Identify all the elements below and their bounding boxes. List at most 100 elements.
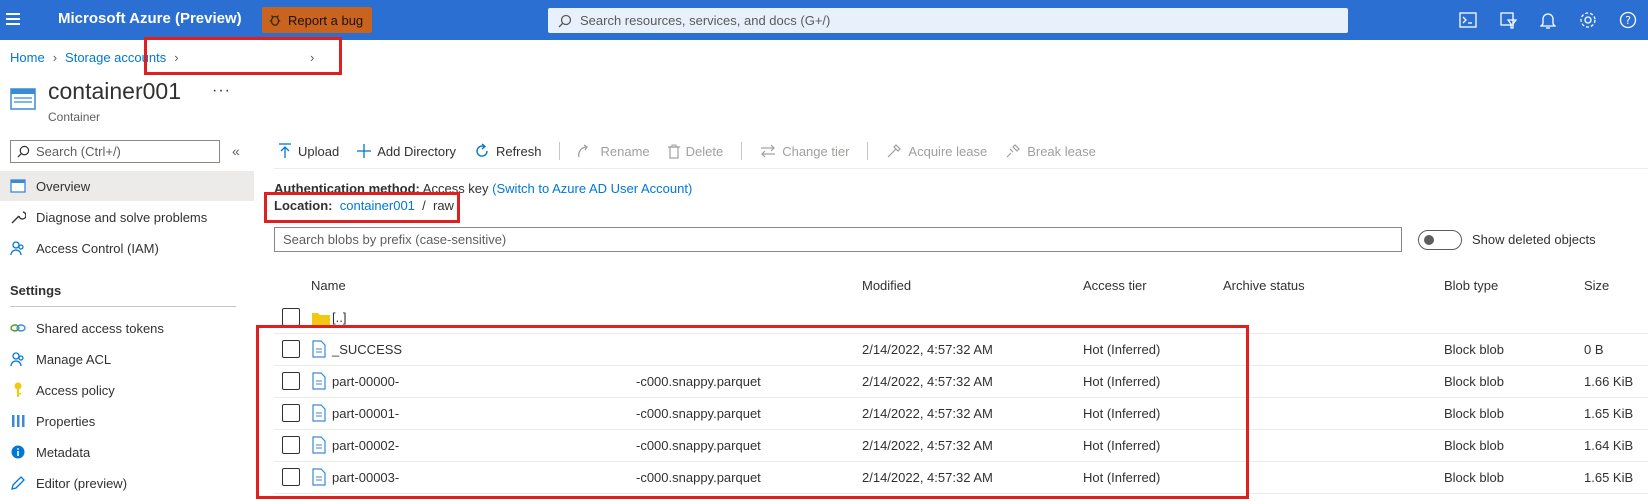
sidebar-divider bbox=[10, 306, 236, 307]
svg-text:?: ? bbox=[1625, 14, 1631, 27]
overview-icon bbox=[10, 178, 26, 194]
annotation-box-location bbox=[264, 192, 460, 223]
hamburger-menu-icon[interactable] bbox=[6, 10, 26, 30]
more-options-button[interactable]: ··· bbox=[212, 82, 231, 100]
search-icon bbox=[558, 14, 572, 27]
breadcrumb-home[interactable]: Home bbox=[10, 50, 45, 65]
blob-size: 1.65 KiB bbox=[1584, 406, 1634, 421]
sidebar-item-shared-access-tokens[interactable]: Shared access tokens bbox=[0, 313, 254, 343]
command-toolbar: Upload Add Directory Refresh Rename Dele… bbox=[278, 140, 1114, 162]
cloud-shell-icon[interactable] bbox=[1448, 0, 1488, 40]
top-icons: ? bbox=[1448, 0, 1648, 40]
toolbar-separator bbox=[867, 142, 869, 160]
sidebar-item-label: Properties bbox=[36, 413, 96, 429]
refresh-button[interactable]: Refresh bbox=[474, 143, 542, 159]
toolbar-separator bbox=[741, 142, 743, 160]
blob-prefix-search-input[interactable]: Search blobs by prefix (case-sensitive) bbox=[274, 227, 1402, 252]
blob-search-placeholder: Search blobs by prefix (case-sensitive) bbox=[283, 232, 507, 247]
blob-size: 0 B bbox=[1584, 342, 1604, 357]
acquire-lease-button[interactable]: Acquire lease bbox=[886, 143, 987, 159]
global-search-input[interactable]: Search resources, services, and docs (G+… bbox=[548, 8, 1348, 33]
collapse-sidebar-button[interactable]: « bbox=[232, 143, 240, 159]
blob-type: Block blob bbox=[1444, 374, 1504, 389]
search-icon bbox=[17, 145, 30, 158]
plus-icon bbox=[357, 144, 372, 158]
row-checkbox[interactable] bbox=[282, 308, 300, 326]
people-icon bbox=[10, 351, 26, 367]
sidebar-item-editor[interactable]: Editor (preview) bbox=[0, 468, 254, 498]
delete-button[interactable]: Delete bbox=[667, 143, 724, 159]
acquire-lease-label: Acquire lease bbox=[908, 143, 988, 159]
sidebar-item-manage-acl[interactable]: Manage ACL bbox=[0, 344, 254, 374]
column-header-name[interactable]: Name bbox=[311, 278, 346, 293]
blob-type: Block blob bbox=[1444, 470, 1504, 485]
parent-folder-link[interactable]: [..] bbox=[332, 310, 346, 325]
sidebar-section-settings: Settings bbox=[10, 283, 62, 298]
refresh-icon bbox=[476, 143, 488, 157]
toolbar-divider bbox=[274, 168, 1648, 169]
page-subtitle: Container bbox=[48, 110, 101, 124]
global-search-placeholder: Search resources, services, and docs (G+… bbox=[580, 13, 831, 28]
blob-type: Block blob bbox=[1444, 406, 1504, 421]
link-icon bbox=[10, 320, 26, 336]
show-deleted-label: Show deleted objects bbox=[1472, 232, 1596, 247]
column-header-blob-type[interactable]: Blob type bbox=[1444, 278, 1498, 293]
brand-title[interactable]: Microsoft Azure (Preview) bbox=[58, 10, 242, 27]
change-tier-button[interactable]: Change tier bbox=[760, 144, 849, 159]
sidebar-item-metadata[interactable]: Metadata bbox=[0, 437, 254, 467]
wrench-icon bbox=[10, 209, 26, 225]
sidebar-item-overview[interactable]: Overview bbox=[0, 171, 254, 201]
people-icon bbox=[10, 240, 26, 256]
break-lease-label: Break lease bbox=[1027, 143, 1096, 159]
trash-icon bbox=[667, 144, 680, 159]
add-directory-button[interactable]: Add Directory bbox=[357, 144, 456, 159]
break-lease-icon bbox=[1006, 144, 1021, 158]
report-bug-label: Report a bug bbox=[288, 12, 364, 28]
help-icon[interactable]: ? bbox=[1608, 0, 1648, 40]
upload-button[interactable]: Upload bbox=[278, 143, 339, 159]
column-header-archive-status[interactable]: Archive status bbox=[1223, 278, 1305, 293]
properties-icon bbox=[10, 413, 26, 429]
settings-icon[interactable] bbox=[1568, 0, 1608, 40]
add-directory-label: Add Directory bbox=[377, 143, 456, 159]
page-title: container001 bbox=[48, 78, 181, 104]
sidebar-item-diagnose[interactable]: Diagnose and solve problems bbox=[0, 202, 254, 232]
blob-type: Block blob bbox=[1444, 438, 1504, 453]
sidebar-item-access-policy[interactable]: Access policy bbox=[0, 375, 254, 405]
top-bar: Microsoft Azure (Preview) Report a bug S… bbox=[0, 0, 1648, 40]
annotation-box-breadcrumb bbox=[144, 37, 342, 75]
blob-type: Block blob bbox=[1444, 342, 1504, 357]
rename-icon bbox=[578, 144, 589, 158]
break-lease-button[interactable]: Break lease bbox=[1005, 143, 1096, 159]
show-deleted-toggle[interactable] bbox=[1418, 230, 1462, 250]
chevron-right-icon: › bbox=[52, 50, 58, 65]
sidebar-item-label: Shared access tokens bbox=[36, 320, 164, 336]
sidebar-item-label: Diagnose and solve problems bbox=[36, 209, 208, 225]
blob-size: 1.64 KiB bbox=[1584, 438, 1634, 453]
sidebar-item-label: Manage ACL bbox=[36, 351, 112, 367]
sidebar-item-iam[interactable]: Access Control (IAM) bbox=[0, 233, 254, 263]
info-icon bbox=[10, 444, 26, 460]
sidebar-item-properties[interactable]: Properties bbox=[0, 406, 254, 436]
pencil-icon bbox=[10, 475, 26, 491]
sidebar-item-label: Metadata bbox=[36, 444, 91, 460]
refresh-label: Refresh bbox=[495, 143, 542, 159]
change-tier-label: Change tier bbox=[782, 143, 850, 159]
key-icon bbox=[10, 382, 26, 398]
folder-icon bbox=[312, 313, 330, 325]
column-header-size[interactable]: Size bbox=[1584, 278, 1609, 293]
directory-filter-icon[interactable] bbox=[1488, 0, 1528, 40]
lease-icon bbox=[887, 144, 902, 158]
switch-auth-link[interactable]: (Switch to Azure AD User Account) bbox=[492, 181, 692, 196]
rename-button[interactable]: Rename bbox=[578, 143, 650, 159]
sidebar-search-placeholder: Search (Ctrl+/) bbox=[36, 144, 121, 159]
sidebar-search-input[interactable]: Search (Ctrl+/) bbox=[10, 140, 220, 163]
column-header-modified[interactable]: Modified bbox=[862, 278, 911, 293]
sidebar-item-label: Overview bbox=[36, 178, 91, 194]
report-bug-button[interactable]: Report a bug bbox=[262, 7, 372, 33]
rename-label: Rename bbox=[600, 143, 650, 159]
column-header-access-tier[interactable]: Access tier bbox=[1083, 278, 1147, 293]
delete-label: Delete bbox=[685, 143, 724, 159]
change-tier-icon bbox=[761, 144, 776, 158]
notifications-icon[interactable] bbox=[1528, 0, 1568, 40]
